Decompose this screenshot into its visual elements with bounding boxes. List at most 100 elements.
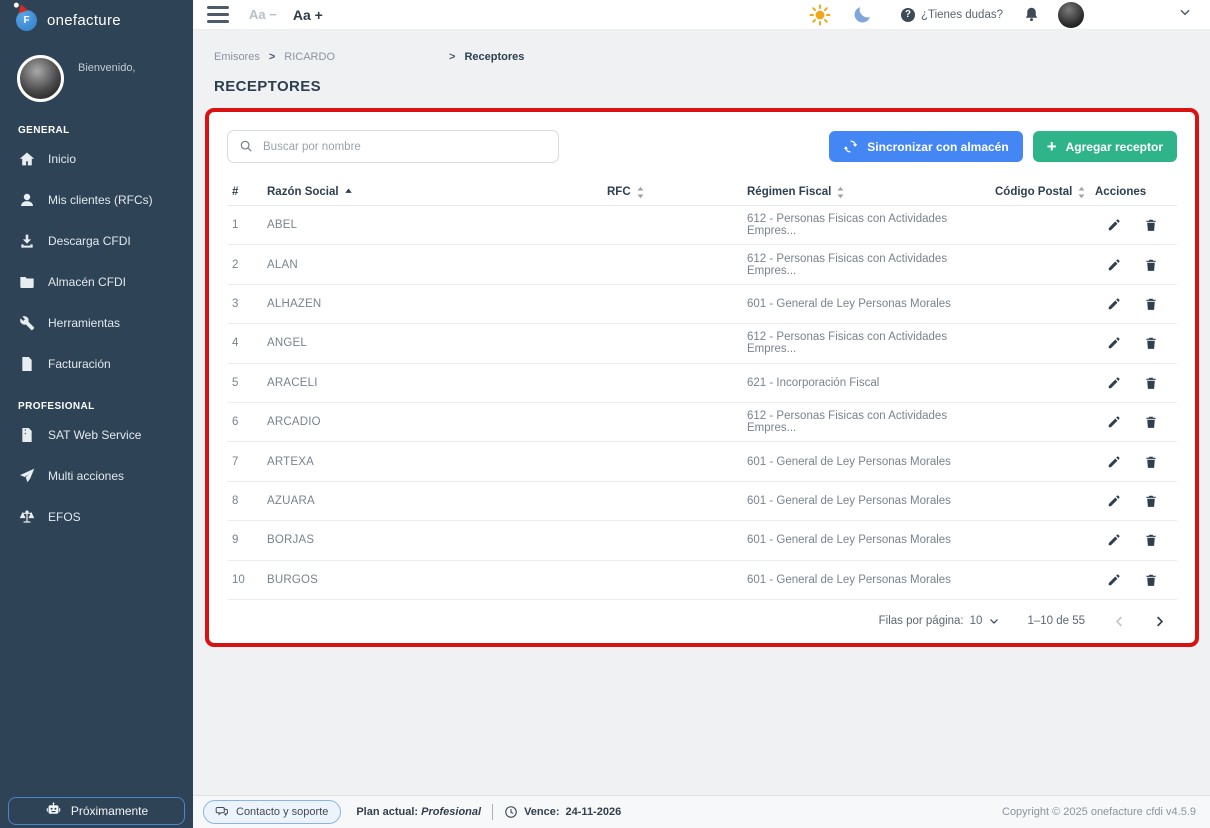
delete-trash-icon[interactable]: [1144, 494, 1158, 508]
delete-trash-icon[interactable]: [1144, 297, 1158, 311]
breadcrumb-emisor-name[interactable]: RICARDO: [284, 51, 335, 63]
sidebar-nav: GENERAL Inicio Mis clientes (RFCs) Desca…: [0, 125, 193, 537]
column-header-label: Acciones: [1095, 186, 1146, 198]
edit-pencil-icon[interactable]: [1107, 573, 1121, 587]
topbar: Aa − Aa + ? ¿Tienes dudas?: [193, 0, 1210, 30]
breadcrumb-emisores[interactable]: Emisores: [214, 51, 260, 63]
delete-trash-icon[interactable]: [1144, 415, 1158, 429]
help-link[interactable]: ? ¿Tienes dudas?: [901, 8, 1003, 22]
sidebar-item-label: Almacén CFDI: [48, 275, 126, 289]
sidebar-item-multi-acciones[interactable]: Multi acciones: [0, 455, 193, 496]
contact-support-button[interactable]: Contacto y soporte: [203, 800, 341, 824]
user-avatar[interactable]: [1058, 2, 1084, 28]
edit-pencil-icon[interactable]: [1107, 218, 1121, 232]
sidebar-section-profesional: PROFESIONAL: [0, 401, 193, 412]
sidebar-item-herramientas[interactable]: Herramientas: [0, 302, 193, 343]
table-row: 7 ARTEXA 601 - General de Ley Personas M…: [227, 442, 1177, 481]
welcome-text: Bienvenido,: [78, 62, 136, 74]
sidebar-item-almac-n-cfdi[interactable]: Almacén CFDI: [0, 261, 193, 302]
cell-regimen-fiscal: 601 - General de Ley Personas Morales: [747, 574, 995, 586]
person-icon: [18, 191, 35, 208]
cell-regimen-fiscal: 621 - Incorporación Fiscal: [747, 377, 995, 389]
sidebar-item-sat-web-service[interactable]: SAT Web Service: [0, 414, 193, 455]
edit-pencil-icon[interactable]: [1107, 494, 1121, 508]
table-row: 2 ALAN 612 - Personas Fisicas con Activi…: [227, 245, 1177, 284]
next-page-icon[interactable]: [1152, 614, 1167, 629]
cell-regimen-fiscal: 612 - Personas Fisicas con Actividades E…: [747, 410, 995, 434]
edit-pencil-icon[interactable]: [1107, 533, 1121, 547]
breadcrumb-separator-icon: >: [449, 51, 455, 63]
table-row: 5 ARACELI 621 - Incorporación Fiscal: [227, 364, 1177, 403]
coming-soon-button[interactable]: Próximamente: [8, 797, 185, 825]
delete-trash-icon[interactable]: [1144, 218, 1158, 232]
breadcrumb-current: Receptores: [464, 51, 524, 63]
column-header-label: Régimen Fiscal: [747, 186, 831, 198]
light-mode-sun-icon[interactable]: [808, 3, 832, 27]
expiry-label: Vence:: [524, 806, 559, 818]
sidebar-item-descarga-cfdi[interactable]: Descarga CFDI: [0, 220, 193, 261]
contact-support-label: Contacto y soporte: [236, 806, 328, 818]
delete-trash-icon[interactable]: [1144, 258, 1158, 272]
plan-value: Profesional: [421, 806, 481, 818]
sidebar-item-label: SAT Web Service: [48, 428, 141, 442]
delete-trash-icon[interactable]: [1144, 573, 1158, 587]
edit-pencil-icon[interactable]: [1107, 336, 1121, 350]
robot-icon: [45, 801, 62, 821]
avatar[interactable]: [17, 55, 64, 102]
chevron-down-icon[interactable]: [1178, 5, 1192, 24]
cell-actions: [1095, 573, 1177, 587]
add-receptor-label: Agregar receptor: [1066, 140, 1163, 154]
plus-icon: +: [1047, 138, 1057, 155]
cell-num: 8: [227, 495, 267, 507]
table-row: 4 ANGEL 612 - Personas Fisicas con Activ…: [227, 324, 1177, 363]
column-header-raz-n-social[interactable]: Razón Social: [267, 186, 607, 199]
previous-page-icon[interactable]: [1112, 614, 1127, 629]
highlight-frame: Sincronizar con almacén + Agregar recept…: [205, 108, 1199, 647]
hamburger-menu-icon[interactable]: [207, 6, 229, 23]
profile-block: Bienvenido,: [0, 39, 193, 108]
edit-pencil-icon[interactable]: [1107, 297, 1121, 311]
rows-per-page-label: Filas por página:: [879, 615, 964, 627]
column-header-r-gimen-fiscal[interactable]: Régimen Fiscal: [747, 186, 995, 199]
app-root: F onefacture Bienvenido, GENERAL Inicio …: [0, 0, 1210, 828]
add-receptor-button[interactable]: + Agregar receptor: [1033, 131, 1177, 162]
help-text: ¿Tienes dudas?: [921, 9, 1003, 21]
cell-num: 3: [227, 298, 267, 310]
delete-trash-icon[interactable]: [1144, 376, 1158, 390]
table-row: 8 AZUARA 601 - General de Ley Personas M…: [227, 482, 1177, 521]
column-header-label: RFC: [607, 186, 631, 198]
column-header-rfc[interactable]: RFC: [607, 186, 747, 199]
column-header-label: Código Postal: [995, 186, 1072, 198]
file-cert-icon: [18, 426, 35, 443]
delete-trash-icon[interactable]: [1144, 336, 1158, 350]
plan-expiry: Vence: 24-11-2026: [504, 805, 621, 819]
copyright-text: Copyright © 2025 onefacture cfdi v4.5.9: [1002, 806, 1196, 818]
delete-trash-icon[interactable]: [1144, 455, 1158, 469]
column-header-c-digo-postal[interactable]: Código Postal: [995, 186, 1095, 199]
cell-num: 4: [227, 337, 267, 349]
brand-name: onefacture: [47, 12, 121, 29]
sync-warehouse-label: Sincronizar con almacén: [867, 140, 1008, 154]
rows-per-page-select[interactable]: Filas por página: 10: [879, 615, 1001, 627]
search-input[interactable]: [227, 130, 559, 163]
font-decrease-button[interactable]: Aa −: [249, 7, 277, 22]
sidebar-item-efos[interactable]: EFOS: [0, 496, 193, 537]
table-row: 6 ARCADIO 612 - Personas Fisicas con Act…: [227, 403, 1177, 442]
sync-warehouse-button[interactable]: Sincronizar con almacén: [829, 131, 1022, 162]
cell-razon-social: BORJAS: [267, 534, 607, 546]
sidebar-item-facturaci-n[interactable]: Facturación: [0, 343, 193, 384]
font-increase-button[interactable]: Aa +: [293, 7, 323, 23]
edit-pencil-icon[interactable]: [1107, 376, 1121, 390]
delete-trash-icon[interactable]: [1144, 533, 1158, 547]
sidebar-item-inicio[interactable]: Inicio: [0, 138, 193, 179]
notifications-bell-icon[interactable]: [1023, 6, 1040, 23]
sidebar-item-mis-clientes-rfcs[interactable]: Mis clientes (RFCs): [0, 179, 193, 220]
sort-icon: [836, 186, 845, 199]
brand[interactable]: F onefacture: [0, 0, 193, 39]
wrench-icon: [18, 314, 35, 331]
edit-pencil-icon[interactable]: [1107, 455, 1121, 469]
edit-pencil-icon[interactable]: [1107, 415, 1121, 429]
edit-pencil-icon[interactable]: [1107, 258, 1121, 272]
rows-per-page-value: 10: [970, 615, 983, 627]
dark-mode-moon-icon[interactable]: [852, 4, 873, 25]
